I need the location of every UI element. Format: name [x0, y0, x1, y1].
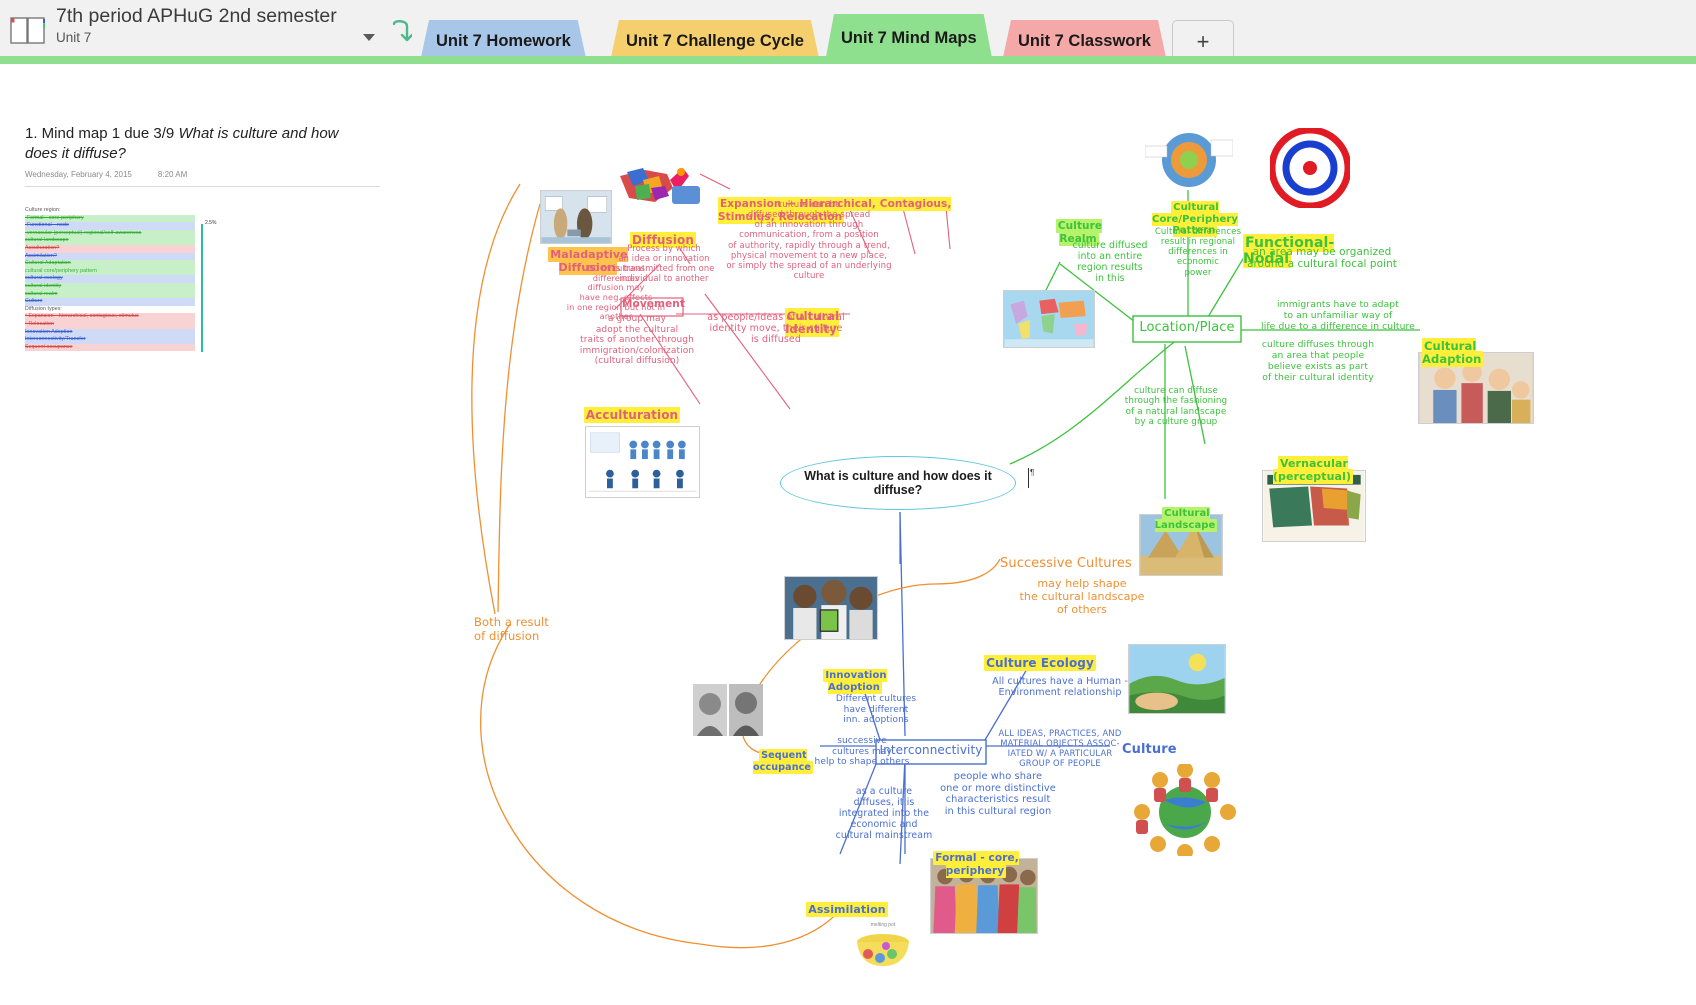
app-title-bar: 7th period APHuG 2nd semester Unit 7 Uni…	[0, 0, 1696, 64]
label-cultural-adaption: Cultural Adaption	[1422, 337, 1484, 368]
vocab-list: Culture region: -Formal—core-periphery -Fu…	[25, 207, 195, 352]
label-location-place: Location/Place	[1139, 320, 1235, 335]
image-two-portraits[interactable]	[693, 684, 763, 736]
image-children-with-device[interactable]	[784, 576, 878, 640]
vocab-list-item: -Functional—node	[25, 222, 195, 230]
doc-bar-label: 2.5%	[205, 220, 217, 226]
vocab-list-item: cultural identity	[25, 282, 195, 291]
vocab-list-item: cultural realm	[25, 290, 195, 299]
image-children-around-globe[interactable]	[1130, 764, 1240, 856]
vocab-list-item: Assimilation?	[25, 252, 195, 261]
text-core-periphery-explanation: Cultural differences result in regional …	[1154, 227, 1242, 278]
label-cultural-landscape: Cultural Landscape	[1154, 506, 1218, 532]
text-cultural-identity-explanation: as people/ideas of a cultural identity m…	[707, 312, 845, 346]
vocab-list-item: • Relocation	[25, 320, 195, 329]
notebook-icon	[10, 17, 45, 44]
tab-label: Unit 7 Homework	[436, 31, 571, 50]
vocab-list-item: cultural landscape	[25, 237, 195, 245]
label-assimilation: Assimilation	[806, 901, 888, 917]
image-cultural-regions-world-map[interactable]	[1003, 290, 1095, 348]
paragraph-mark-icon: ¶	[1030, 468, 1035, 477]
page-title: 1. Mind map 1 due 3/9 What is culture an…	[25, 124, 370, 164]
doc-time: 8:20 AM	[157, 170, 188, 179]
vocab-list-item: • Expansion—hierarchical, contagious, st…	[25, 313, 195, 321]
page-canvas[interactable]: 1. Mind map 1 due 3/9 What is culture an…	[0, 64, 1696, 1005]
printed-note-block: 1. Mind map 1 due 3/9 What is culture an…	[25, 124, 385, 352]
text-formal-region-explanation: people who share one or more distinctive…	[940, 771, 1056, 817]
vocab-list-item: cultural ecology	[25, 275, 195, 283]
doc-timestamp: Wednesday, February 4, 2015 8:20 AM	[25, 170, 380, 187]
label-movement: Movement	[622, 298, 685, 310]
label-innovation-adoption: Innovation Adoption	[823, 668, 887, 694]
center-node-label: What is culture and how does it diffuse?	[804, 469, 992, 497]
tab-label: Unit 7 Classwork	[1018, 31, 1151, 50]
vocab-list-item: Interconnectivity/Transfer	[25, 336, 195, 344]
doc-accent-bar	[201, 224, 203, 352]
vocab-list-item: Sequent occupance	[25, 343, 195, 352]
text-cultural-adaption-explanation: immigrants have to adapt to an unfamilia…	[1261, 299, 1415, 332]
text-culture-definition: ALL IDEAS, PRACTICES, AND MATERIAL OBJEC…	[998, 728, 1122, 768]
label-sequent-occupance: Sequent occupance	[752, 749, 814, 774]
text-cultural-landscape-explanation: culture can diffuse through the fashioni…	[1124, 386, 1228, 428]
text-functional-nodal-explanation: an area may be organized around a cultur…	[1247, 246, 1397, 271]
image-acculturation-diagram[interactable]	[585, 426, 700, 498]
vocab-list-item: Cultural Adaptation	[25, 260, 195, 268]
sync-icon[interactable]	[390, 18, 412, 46]
text-expansion-definition: culture can be diffused through the spre…	[726, 200, 892, 281]
vocab-list-item: Acculturation?	[25, 244, 195, 253]
svg-text:melting pot: melting pot	[871, 922, 896, 928]
text-culture-ecology-explanation: All cultures have a Human - Environment …	[992, 676, 1128, 699]
active-section-ribbon	[0, 56, 1696, 64]
text-innovation-explanation: Different cultures have different inn. a…	[835, 694, 917, 726]
vocab-list-item: Diffusion types:	[25, 305, 62, 312]
tab-label: Unit 7 Challenge Cycle	[626, 31, 804, 50]
label-vernacular-perceptual: Vernacular (perceptual)	[1272, 455, 1354, 484]
label-culture: Culture	[1122, 742, 1177, 757]
image-environment-hands[interactable]	[1128, 644, 1226, 714]
tab-unit-7-mind-maps[interactable]: Unit 7 Mind Maps	[825, 14, 993, 62]
doc-title-prefix: 1. Mind map 1 due 3/9	[25, 125, 179, 142]
label-culture-ecology: Culture Ecology	[984, 655, 1096, 672]
label-acculturation: Acculturation	[583, 407, 681, 424]
text-both-a-result-of-diffusion: Both a result of diffusion	[474, 615, 549, 643]
doc-date: Wednesday, February 4, 2015	[25, 170, 132, 179]
image-melting-pot[interactable]: melting pot	[852, 920, 914, 972]
notebook-title: 7th period APHuG 2nd semester	[56, 5, 337, 27]
text-successive-cultures-explanation: may help shape the cultural landscape of…	[1019, 577, 1145, 616]
label-successive-cultures: Successive Cultures	[1000, 556, 1132, 571]
vocab-list-item: cultural core/periphery pattern	[25, 267, 195, 276]
chevron-down-icon[interactable]	[363, 34, 375, 41]
vocab-list-item: -Formal—core-periphery	[25, 214, 195, 223]
text-cursor	[1028, 468, 1029, 488]
plus-icon: +	[1196, 28, 1210, 54]
mindmap-center-node[interactable]: What is culture and how does it diffuse?	[780, 456, 1016, 510]
vocab-list-item: Culture region:	[25, 207, 61, 213]
image-nodal-target[interactable]	[1270, 128, 1350, 208]
vocab-list-item: Innovation Adoption	[25, 328, 195, 337]
image-core-periphery-diagram[interactable]	[1145, 130, 1233, 190]
vocab-list-item: -vernacular (perceptual)-regional/self-a…	[25, 229, 195, 238]
notebook-subtitle: Unit 7	[56, 30, 92, 45]
label-formal-core-periphery: Formal - core, periphery	[933, 851, 1019, 878]
label-interconnectivity: Interconnectivity	[879, 743, 983, 757]
image-blue-badge[interactable]	[672, 186, 700, 204]
text-vernacular-explanation: culture diffuses through an area that pe…	[1261, 339, 1375, 383]
notebook-title-block[interactable]: 7th period APHuG 2nd semester Unit 7	[56, 4, 386, 46]
vocab-list-item: Culture	[25, 298, 195, 306]
tab-label: Unit 7 Mind Maps	[841, 28, 977, 47]
